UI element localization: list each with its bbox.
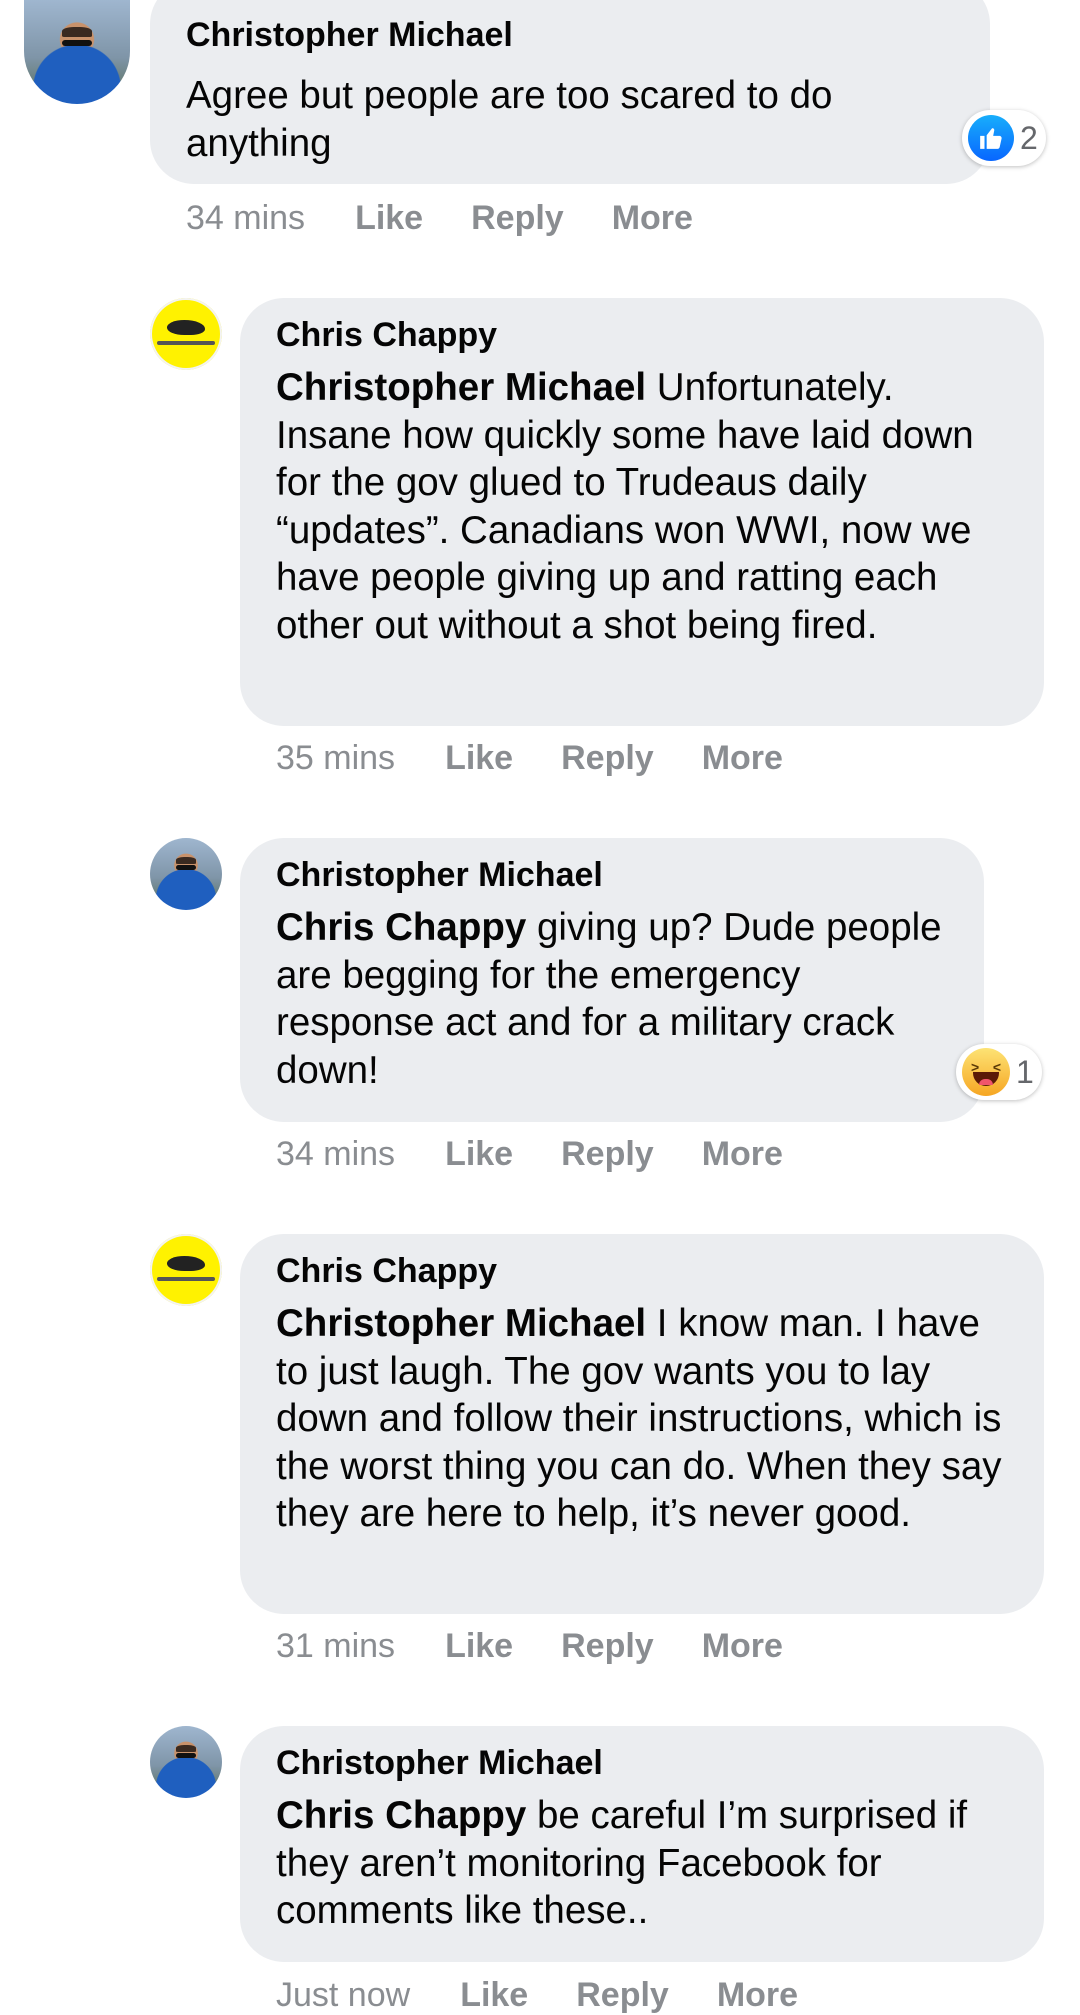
flag-motto bbox=[157, 341, 215, 345]
mention-link[interactable]: Chris Chappy bbox=[276, 906, 526, 949]
avatar[interactable] bbox=[150, 838, 222, 910]
comment-actions: 34 mins Like Reply More bbox=[186, 198, 741, 238]
haha-mouth bbox=[973, 1072, 999, 1086]
timestamp[interactable]: 35 mins bbox=[276, 738, 395, 778]
reaction-summary[interactable]: 2 bbox=[962, 110, 1046, 166]
comment-author[interactable]: Chris Chappy bbox=[276, 312, 1008, 358]
reply-button[interactable]: Reply bbox=[561, 738, 654, 778]
comment-author[interactable]: Chris Chappy bbox=[276, 1248, 1008, 1294]
more-button[interactable]: More bbox=[702, 738, 783, 778]
comment-text: Agree but people are too scared to do an… bbox=[186, 74, 833, 165]
snake-emblem bbox=[167, 1255, 205, 1272]
mention-link[interactable]: Christopher Michael bbox=[276, 1302, 646, 1345]
like-button[interactable]: Like bbox=[445, 1626, 513, 1666]
reply-button[interactable]: Reply bbox=[561, 1134, 654, 1174]
comment-text: Chris Chappy giving up? Dude people are … bbox=[276, 904, 948, 1094]
flag-motto bbox=[157, 1277, 215, 1281]
comment-author[interactable]: Christopher Michael bbox=[186, 12, 954, 58]
timestamp[interactable]: 34 mins bbox=[276, 1134, 395, 1174]
comment-author[interactable]: Christopher Michael bbox=[276, 1740, 1008, 1786]
avatar[interactable] bbox=[150, 1726, 222, 1798]
more-button[interactable]: More bbox=[702, 1626, 783, 1666]
reaction-count: 1 bbox=[1016, 1053, 1034, 1090]
like-button[interactable]: Like bbox=[445, 738, 513, 778]
avatar[interactable] bbox=[150, 298, 222, 370]
comment-bubble: Chris Chappy Christopher Michael Unfortu… bbox=[240, 298, 1044, 726]
comment-actions: 35 mins Like Reply More bbox=[276, 738, 831, 778]
reaction-summary[interactable]: > < 1 bbox=[956, 1044, 1042, 1100]
reply-button[interactable]: Reply bbox=[471, 198, 564, 238]
comment-text: Christopher Michael I know man. I have t… bbox=[276, 1300, 1008, 1538]
reaction-count: 2 bbox=[1020, 119, 1038, 156]
comment-text: Chris Chappy be careful I’m surprised if… bbox=[276, 1792, 1008, 1935]
like-button[interactable]: Like bbox=[460, 1975, 528, 2015]
timestamp[interactable]: Just now bbox=[276, 1975, 410, 2015]
comment-bubble: Christopher Michael Chris Chappy be care… bbox=[240, 1726, 1044, 1962]
reply-button[interactable]: Reply bbox=[576, 1975, 669, 2015]
comment-text: Christopher Michael Unfortunately. Insan… bbox=[276, 364, 1008, 649]
comment-bubble: Christopher Michael Chris Chappy giving … bbox=[240, 838, 984, 1122]
like-icon bbox=[968, 115, 1014, 161]
comment-actions: 31 mins Like Reply More bbox=[276, 1626, 831, 1666]
mention-link[interactable]: Christopher Michael bbox=[276, 366, 646, 409]
more-button[interactable]: More bbox=[612, 198, 693, 238]
comment-actions: 34 mins Like Reply More bbox=[276, 1134, 831, 1174]
like-button[interactable]: Like bbox=[445, 1134, 513, 1174]
more-button[interactable]: More bbox=[717, 1975, 798, 2015]
avatar[interactable] bbox=[150, 1234, 222, 1306]
comment-bubble: Christopher Michael Agree but people are… bbox=[150, 0, 990, 184]
snake-emblem bbox=[167, 319, 205, 336]
comment-author[interactable]: Christopher Michael bbox=[276, 852, 948, 898]
avatar[interactable] bbox=[24, 0, 130, 104]
comment-bubble: Chris Chappy Christopher Michael I know … bbox=[240, 1234, 1044, 1614]
timestamp[interactable]: 31 mins bbox=[276, 1626, 395, 1666]
mention-link[interactable]: Chris Chappy bbox=[276, 1794, 526, 1837]
haha-icon: > < bbox=[962, 1048, 1010, 1096]
timestamp[interactable]: 34 mins bbox=[186, 198, 305, 238]
more-button[interactable]: More bbox=[702, 1134, 783, 1174]
comment-actions: Just now Like Reply More bbox=[276, 1975, 846, 2015]
like-button[interactable]: Like bbox=[355, 198, 423, 238]
reply-button[interactable]: Reply bbox=[561, 1626, 654, 1666]
